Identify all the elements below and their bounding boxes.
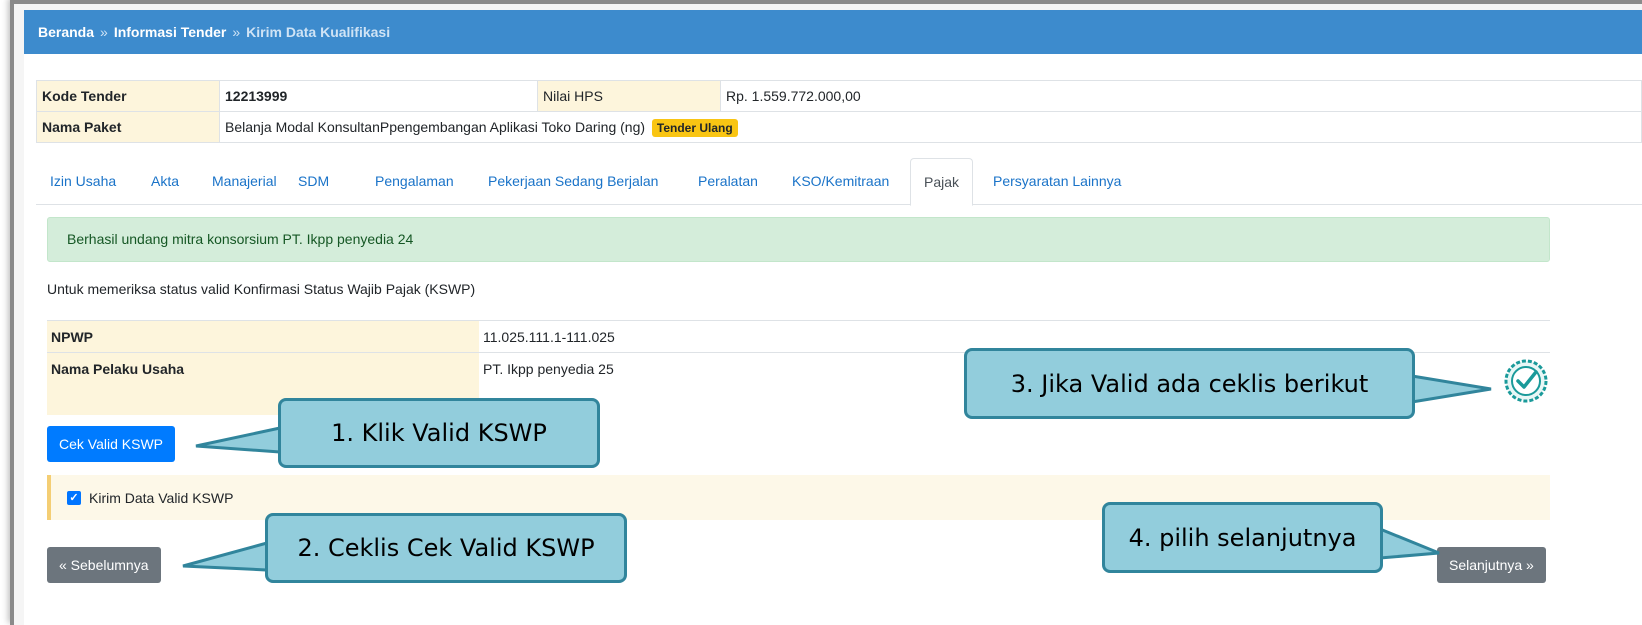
check-circle-icon	[1504, 359, 1548, 403]
callout-4: 4. pilih selanjutnya	[1102, 502, 1383, 573]
callout-2-tail	[182, 541, 269, 572]
callout-3: 3. Jika Valid ada ceklis berikut	[964, 348, 1415, 419]
callout-3-tail	[1410, 374, 1492, 404]
callout-1-tail	[195, 426, 282, 454]
callout-1: 1. Klik Valid KSWP	[278, 398, 600, 468]
callout-4-tail	[1378, 526, 1440, 560]
callout-2: 2. Ceklis Cek Valid KSWP	[265, 513, 627, 583]
callout-pointers	[182, 359, 1548, 572]
